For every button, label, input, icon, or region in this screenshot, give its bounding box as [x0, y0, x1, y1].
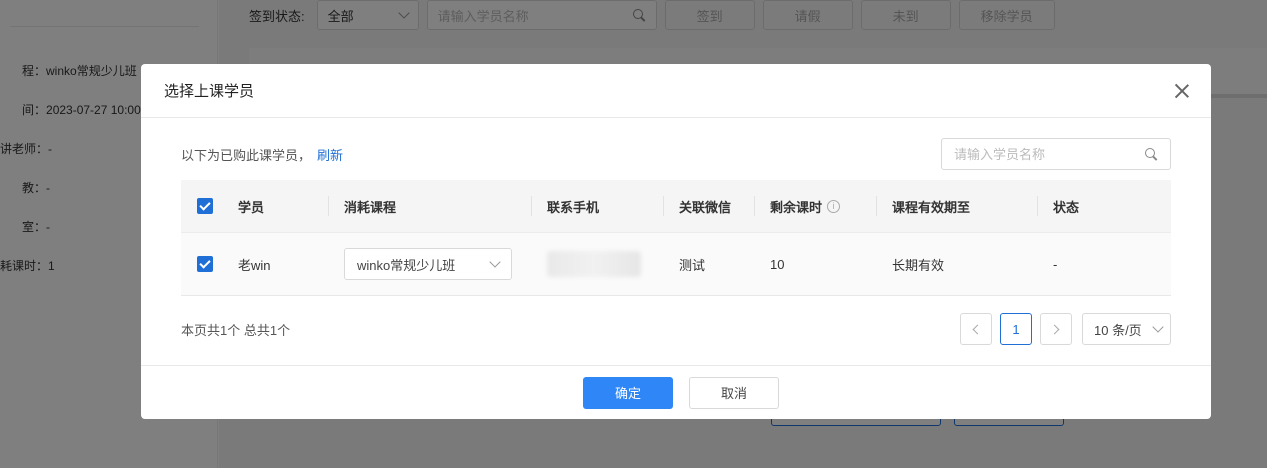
table-header: 学员 消耗课程 联系手机 关联微信 剩余课时 i 课程有效期至 状态 [181, 180, 1171, 232]
col-remaining: 剩余课时 i [754, 180, 876, 232]
cancel-button[interactable]: 取消 [689, 376, 779, 409]
chevron-down-icon [1152, 321, 1164, 333]
next-page-button[interactable] [1040, 313, 1072, 345]
confirm-button[interactable]: 确定 [583, 376, 673, 409]
info-icon[interactable]: i [827, 199, 841, 213]
page-summary: 本页共1个 总共1个 [181, 322, 291, 338]
chevron-left-icon [972, 324, 983, 334]
chevron-down-icon [489, 256, 501, 268]
search-icon[interactable] [1145, 147, 1158, 161]
modal-title: 选择上课学员 [164, 83, 255, 100]
status-value: - [1053, 256, 1058, 272]
search-input[interactable] [954, 146, 1124, 162]
col-student: 学员 [238, 199, 265, 215]
col-course: 消耗课程 [328, 180, 531, 232]
course-select[interactable]: winko常规少儿班 [344, 248, 512, 280]
select-students-modal: 选择上课学员 以下为已购此课学员，刷新 学员 消耗课程 联系手机 关联微信 剩余… [141, 64, 1211, 419]
page-size-select[interactable]: 10 条/页 [1082, 313, 1171, 345]
prev-page-button[interactable] [960, 313, 992, 345]
students-table: 学员 消耗课程 联系手机 关联微信 剩余课时 i 课程有效期至 状态 老win w… [181, 180, 1171, 296]
table-row: 老win winko常规少儿班 测试 10 长期有效 - [181, 232, 1171, 296]
select-all-checkbox[interactable] [197, 198, 213, 214]
wechat-value: 测试 [679, 257, 706, 273]
expiry-value: 长期有效 [892, 257, 945, 273]
modal-body: 以下为已购此课学员，刷新 学员 消耗课程 联系手机 关联微信 剩余课时i 课程有… [181, 138, 1171, 345]
close-icon[interactable] [1175, 84, 1189, 98]
col-wechat: 关联微信 [663, 180, 754, 232]
phone-blurred [547, 251, 641, 277]
top-row: 以下为已购此课学员， 刷新 [181, 138, 1171, 170]
row-checkbox[interactable] [197, 256, 213, 272]
remaining-value: 10 [770, 256, 785, 272]
col-phone: 联系手机 [531, 180, 663, 232]
col-status: 状态 [1037, 180, 1171, 232]
student-search[interactable] [941, 138, 1171, 170]
chevron-right-icon [1049, 324, 1060, 334]
student-name: 老win [238, 257, 271, 273]
pagination-row: 本页共1个 总共1个 1 10 条/页 [181, 313, 1171, 345]
modal-footer: 确定 取消 [141, 365, 1211, 419]
modal-header: 选择上课学员 [141, 64, 1211, 118]
col-expiry: 课程有效期至 [876, 180, 1037, 232]
pagination: 1 10 条/页 [960, 313, 1171, 345]
notice-text: 以下为已购此课学员， 刷新 [181, 147, 344, 163]
refresh-link[interactable]: 刷新 [317, 148, 343, 163]
page-number[interactable]: 1 [1000, 313, 1032, 345]
